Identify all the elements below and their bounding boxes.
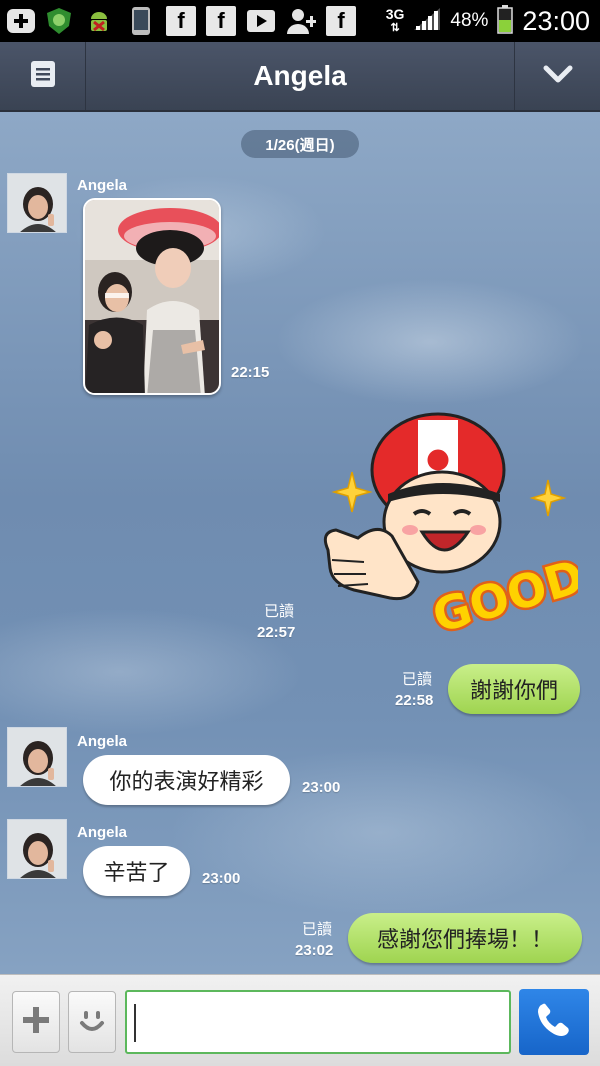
- avatar[interactable]: [7, 173, 67, 233]
- photo-message[interactable]: [83, 198, 221, 395]
- phone-icon: [534, 1000, 574, 1044]
- menu-icon: [30, 60, 56, 92]
- emoji-button[interactable]: [68, 991, 116, 1053]
- sender-name: Angela: [77, 177, 128, 194]
- shield-icon: [44, 6, 74, 36]
- play-icon: [246, 6, 276, 36]
- message-bubble-outgoing[interactable]: 謝謝你們: [448, 664, 580, 714]
- status-bar: f f f 3G ⇅ 48% 23:00: [0, 0, 600, 42]
- expand-button[interactable]: [514, 42, 600, 110]
- facebook-icon: f: [326, 6, 356, 36]
- sender-name: Angela: [77, 733, 128, 750]
- message-input-bar: [0, 974, 600, 1066]
- read-receipt: 已讀: [264, 603, 295, 620]
- add-icon: [6, 6, 36, 36]
- message-input[interactable]: [125, 990, 511, 1054]
- message-bubble-outgoing[interactable]: 感謝您們捧場！！: [348, 913, 582, 963]
- avatar[interactable]: [7, 819, 67, 879]
- message-bubble-incoming[interactable]: 你的表演好精彩: [83, 755, 290, 805]
- message-time: 23:00: [202, 870, 241, 887]
- android-icon: [84, 6, 114, 36]
- attach-button[interactable]: [12, 991, 60, 1053]
- chat-area[interactable]: 1/26(週日) Angela 22:15 已讀 22:57 GOOD! 已讀 …: [0, 112, 600, 974]
- avatar[interactable]: [7, 727, 67, 787]
- add-contact-icon: [286, 6, 316, 36]
- clock: 23:00: [522, 5, 590, 36]
- sender-name: Angela: [77, 824, 128, 841]
- facebook-icon: f: [166, 6, 196, 36]
- facebook-icon: f: [206, 6, 236, 36]
- message-time: 23:00: [302, 779, 341, 796]
- chat-title: Angela: [253, 60, 347, 91]
- phone-icon: [126, 6, 156, 36]
- plus-icon: [21, 1005, 51, 1039]
- chevron-down-icon: [543, 64, 573, 88]
- read-receipt: 已讀: [302, 921, 333, 938]
- battery-percent: 48%: [450, 10, 489, 31]
- message-time: 23:02: [295, 942, 334, 959]
- message-time: 22:15: [231, 364, 270, 381]
- chat-header: Angela: [0, 42, 600, 112]
- signal-icon: [412, 6, 442, 36]
- text-caret: [134, 1004, 136, 1042]
- message-bubble-incoming[interactable]: 辛苦了: [83, 846, 190, 896]
- message-time: 22:57: [257, 624, 296, 641]
- smiley-icon: [77, 1005, 107, 1039]
- menu-button[interactable]: [0, 42, 86, 110]
- network-type: 3G ⇅: [385, 6, 405, 34]
- sticker-message[interactable]: GOOD!: [318, 412, 600, 646]
- message-time: 22:58: [395, 692, 434, 709]
- read-receipt: 已讀: [402, 671, 433, 688]
- date-divider: 1/26(週日): [241, 130, 359, 158]
- call-button[interactable]: [519, 989, 589, 1055]
- battery-icon: [496, 4, 514, 38]
